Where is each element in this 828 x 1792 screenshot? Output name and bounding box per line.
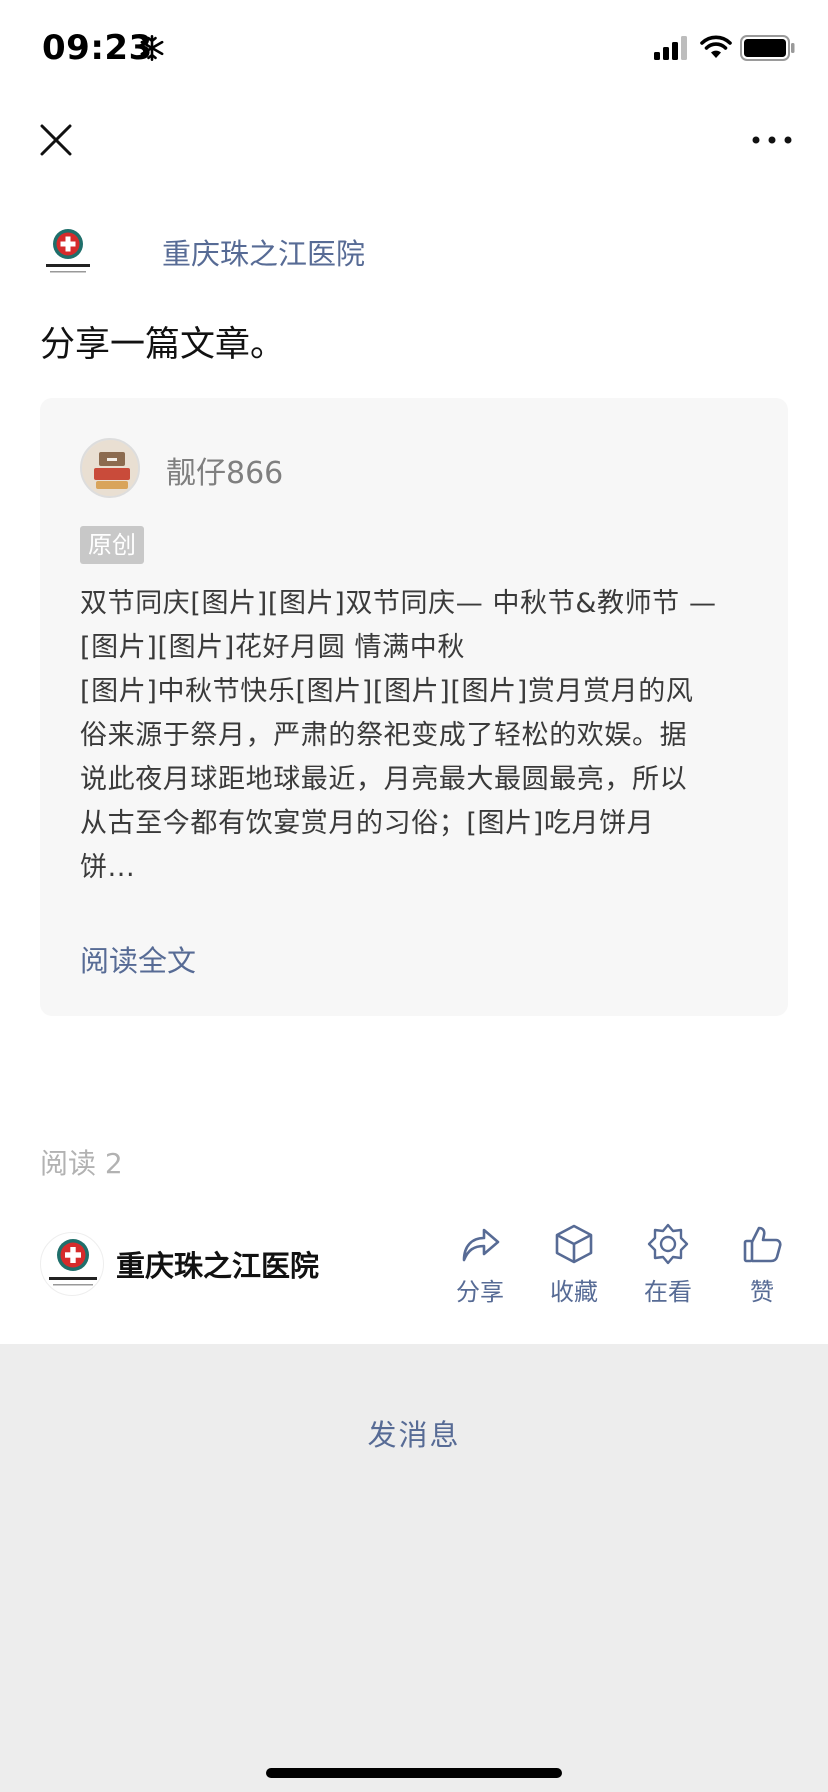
snowflake-icon: [140, 35, 164, 61]
read-full-article-link[interactable]: 阅读全文: [80, 938, 196, 980]
more-icon[interactable]: [750, 132, 794, 148]
like-label: 赞: [750, 1278, 774, 1306]
like-button[interactable]: 赞: [722, 1222, 802, 1307]
excerpt-line: 说此夜月球距地球最近，月亮最大最圆最亮，所以: [80, 764, 688, 795]
battery-icon: [740, 35, 795, 61]
excerpt-line: [图片][图片]花好月圆 情满中秋: [80, 632, 465, 663]
home-indicator[interactable]: [266, 1768, 562, 1778]
avatar-image-icon: [82, 440, 138, 496]
wow-button[interactable]: 在看: [628, 1222, 708, 1307]
excerpt-line: 双节同庆[图片][图片]双节同庆— 中秋节&教师节 —: [80, 588, 717, 619]
article-actions: 分享 收藏 在看 赞: [440, 1222, 810, 1322]
hospital-logo-icon: [49, 1239, 97, 1286]
footer-account[interactable]: 重庆珠之江医院: [40, 1232, 319, 1296]
wow-icon: [647, 1223, 689, 1265]
share-button[interactable]: 分享: [440, 1222, 520, 1307]
read-count: 阅读 2: [40, 1147, 123, 1180]
shared-article-card[interactable]: 靓仔866 原创 双节同庆[图片][图片]双节同庆— 中秋节&教师节 — [图片…: [40, 398, 788, 1016]
hospital-logo-icon: [46, 229, 90, 273]
account-name[interactable]: 重庆珠之江医院: [162, 231, 365, 273]
send-message-button[interactable]: 发消息: [0, 1412, 828, 1454]
excerpt-line: 俗来源于祭月，严肃的祭祀变成了轻松的欢娱。据: [80, 720, 688, 751]
close-icon[interactable]: [38, 122, 74, 158]
status-time: 09:23: [42, 28, 153, 68]
thumbs-up-icon: [743, 1226, 782, 1263]
share-icon: [462, 1228, 500, 1262]
author-avatar: [80, 438, 140, 498]
signal-icon: [654, 36, 687, 60]
share-label: 分享: [456, 1278, 504, 1306]
author-name: 靓仔866: [166, 456, 284, 491]
wifi-icon: [700, 35, 732, 58]
excerpt-line: 饼...: [80, 852, 136, 883]
excerpt-line: [图片]中秋节快乐[图片][图片][图片]赏月赏月的风: [80, 676, 694, 707]
favorite-label: 收藏: [550, 1278, 598, 1306]
footer-account-name[interactable]: 重庆珠之江医院: [116, 1243, 319, 1285]
original-badge: 原创: [80, 526, 144, 564]
post-text: 分享一篇文章。: [40, 325, 286, 365]
status-bar: 09:23: [0, 0, 828, 100]
account-header[interactable]: 重庆珠之江医院: [40, 222, 365, 282]
favorite-button[interactable]: 收藏: [534, 1222, 614, 1307]
favorite-icon: [555, 1224, 593, 1264]
article-share-page: 09:23 重庆珠之江医院 分享一篇文章。 靓仔866 原创 双节同庆[图片][…: [0, 0, 828, 1792]
footer-avatar: [40, 1232, 104, 1296]
article-excerpt: 双节同庆[图片][图片]双节同庆— 中秋节&教师节 — [图片][图片]花好月圆…: [80, 582, 750, 890]
wow-label: 在看: [644, 1278, 692, 1306]
excerpt-line: 从古至今都有饮宴赏月的习俗；[图片]吃月饼月: [80, 808, 655, 839]
bottom-panel: 发消息: [0, 1344, 828, 1792]
